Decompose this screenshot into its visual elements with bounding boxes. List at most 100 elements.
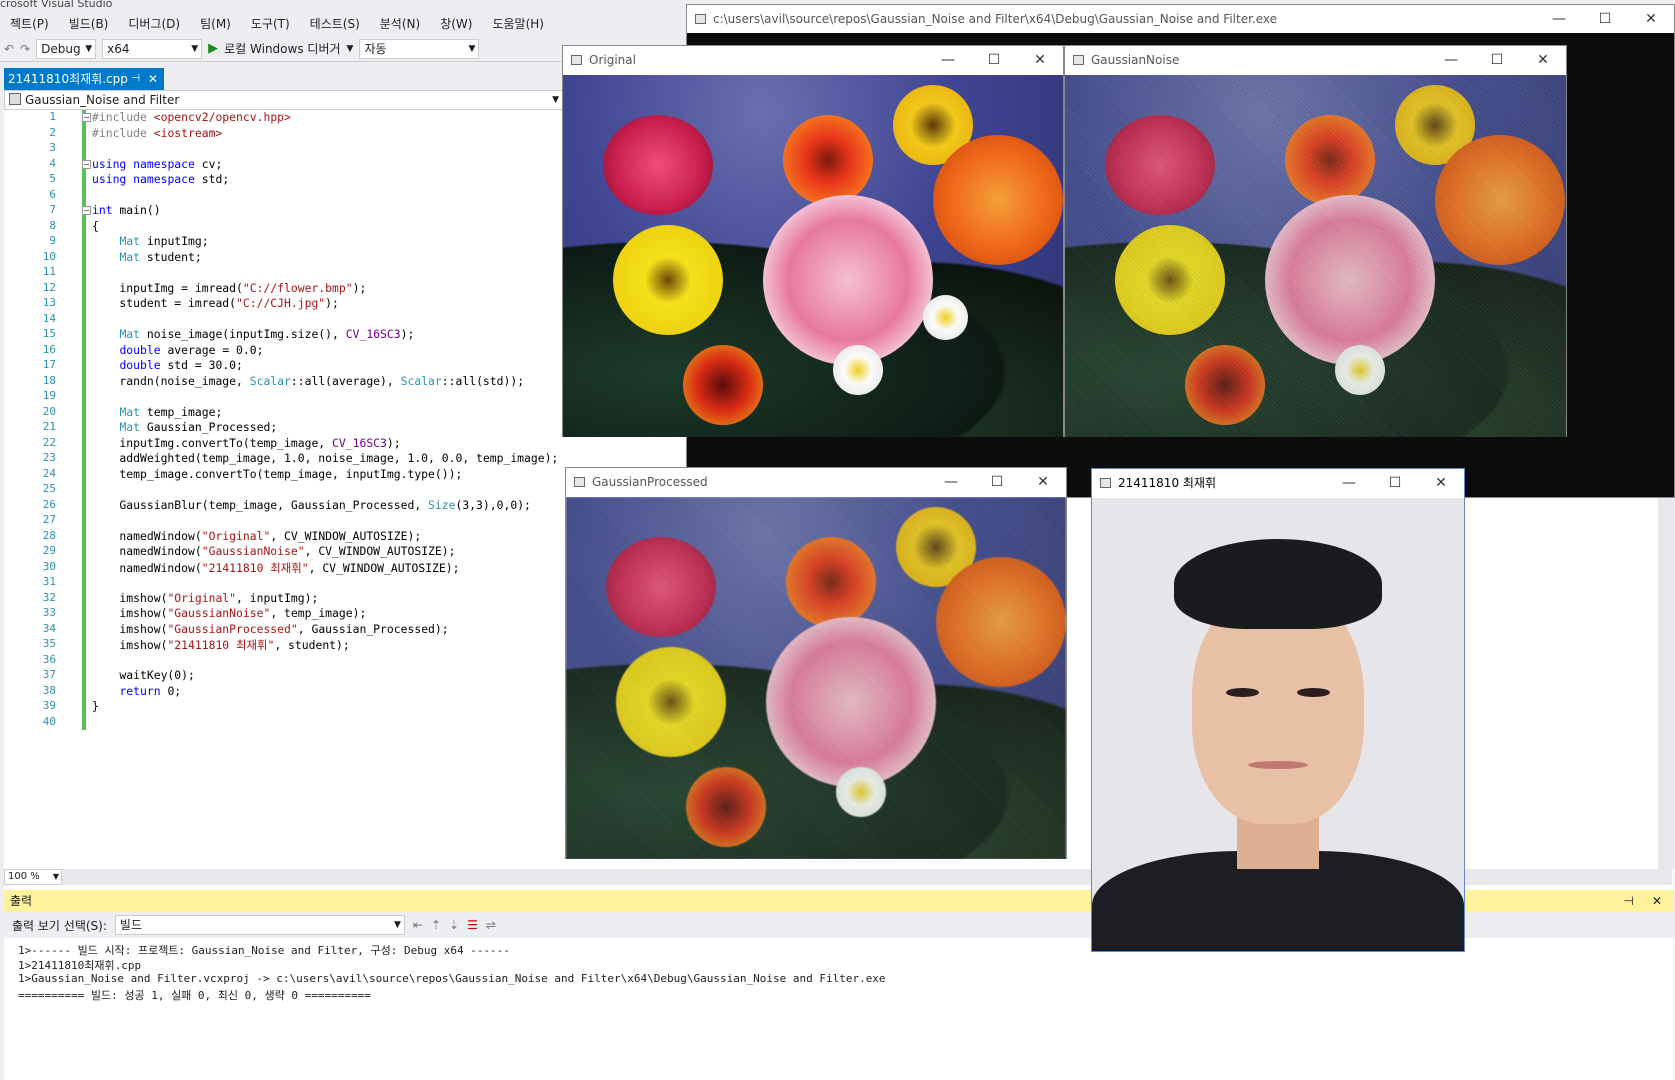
line-number: 38 <box>42 683 56 697</box>
minimize-button[interactable]: — <box>928 468 974 496</box>
chevron-down-icon: ▼ <box>393 920 401 930</box>
student-window[interactable]: 21411810 최재휘 — ☐ ✕ <box>1091 468 1465 952</box>
menu-window[interactable]: 창(W) <box>430 15 482 32</box>
fold-toggle-icon[interactable]: − <box>82 206 91 215</box>
line-number: 39 <box>42 699 56 712</box>
gaussian-noise-window[interactable]: GaussianNoise — ☐ ✕ <box>1064 45 1567 437</box>
pin-icon[interactable]: ⊣ <box>131 68 140 90</box>
blurred-flower-image <box>566 497 1066 859</box>
output-line: 1>Gaussian_Noise and Filter.vcxproj -> c… <box>18 972 886 985</box>
code-line: imshow("Original", inputImg); <box>92 590 319 605</box>
play-icon[interactable]: ▶ <box>208 41 218 56</box>
minimize-button[interactable]: — <box>1428 46 1474 74</box>
menu-build[interactable]: 빌드(B) <box>59 15 119 32</box>
line-number: 16 <box>42 342 56 356</box>
line-number: 3 <box>49 141 56 154</box>
student-title-bar[interactable]: 21411810 최재휘 — ☐ ✕ <box>1092 469 1464 497</box>
console-title-bar[interactable]: c:\users\avil\source\repos\Gaussian_Nois… <box>687 5 1674 33</box>
close-icon[interactable]: ✕ <box>1652 890 1662 912</box>
line-number: 31 <box>42 575 56 588</box>
code-line: addWeighted(temp_image, 1.0, noise_image… <box>92 451 559 465</box>
line-number: 1 <box>49 110 56 123</box>
line-number: 17 <box>42 358 56 371</box>
change-margin <box>82 110 86 730</box>
line-number: 26 <box>42 497 56 511</box>
pin-icon[interactable]: ⊣ <box>1624 890 1634 912</box>
menu-team[interactable]: 팀(M) <box>190 15 241 32</box>
line-number: 23 <box>42 451 56 464</box>
chevron-down-icon: ▼ <box>52 872 59 881</box>
find-message-icon[interactable]: ⇤ <box>413 918 423 932</box>
original-title-bar[interactable]: Original — ☐ ✕ <box>563 46 1063 74</box>
minimize-button[interactable]: — <box>925 46 971 74</box>
noise-title-bar[interactable]: GaussianNoise — ☐ ✕ <box>1065 46 1566 74</box>
menu-test[interactable]: 테스트(S) <box>300 15 370 32</box>
redo-icon[interactable]: ↷ <box>20 42 30 56</box>
close-button[interactable]: ✕ <box>1628 5 1674 33</box>
word-wrap-icon[interactable]: ⇌ <box>486 918 496 932</box>
minimize-button[interactable]: — <box>1326 469 1372 497</box>
fold-toggle-icon[interactable]: − <box>82 113 91 122</box>
output-source-select[interactable]: 빌드 ▼ <box>114 915 405 935</box>
maximize-button[interactable]: ☐ <box>1372 469 1418 497</box>
prev-message-icon[interactable]: ⇡ <box>431 918 441 932</box>
line-number: 37 <box>42 668 56 681</box>
menu-debug[interactable]: 디버그(D) <box>118 15 190 32</box>
menu-tools[interactable]: 도구(T) <box>241 15 300 32</box>
code-line: namedWindow("Original", CV_WINDOW_AUTOSI… <box>92 528 422 543</box>
next-message-icon[interactable]: ⇣ <box>449 918 459 932</box>
portrait-image <box>1092 498 1464 951</box>
platform-select[interactable]: x64 ▼ <box>102 38 203 59</box>
line-number: 13 <box>42 296 56 309</box>
code-line: Mat inputImg; <box>119 234 209 248</box>
menu-help[interactable]: 도움말(H) <box>482 15 554 32</box>
window-icon <box>574 477 585 487</box>
menu-analyze[interactable]: 분석(N) <box>370 15 430 32</box>
close-button[interactable]: ✕ <box>1520 46 1566 74</box>
output-text-area[interactable]: 1>------ 빌드 시작: 프로젝트: Gaussian_Noise and… <box>4 938 1674 1080</box>
window-icon <box>1073 55 1084 65</box>
close-button[interactable]: ✕ <box>1020 468 1066 496</box>
auto-select[interactable]: 자동 ▼ <box>359 38 480 59</box>
processed-image <box>566 497 1066 859</box>
line-number: 25 <box>42 482 56 495</box>
undo-icon[interactable]: ↶ <box>4 42 14 56</box>
line-number: 4 <box>49 156 56 170</box>
maximize-button[interactable]: ☐ <box>1474 46 1520 74</box>
chevron-down-icon: ▼ <box>191 43 199 54</box>
clear-all-icon[interactable]: ☰ <box>467 918 478 932</box>
close-icon[interactable]: ✕ <box>148 68 158 90</box>
maximize-button[interactable]: ☐ <box>974 468 1020 496</box>
code-line: inputImg = imread("C://flower.bmp"); <box>92 280 367 295</box>
tab-source-file[interactable]: 21411810최재휘.cpp ⊣ ✕ <box>4 68 164 90</box>
line-number: 27 <box>42 513 56 526</box>
gaussian-processed-window[interactable]: GaussianProcessed — ☐ ✕ <box>565 467 1067 859</box>
line-number: 21 <box>42 420 56 433</box>
close-button[interactable]: ✕ <box>1418 469 1464 497</box>
line-number: 36 <box>42 652 56 666</box>
processed-title-bar[interactable]: GaussianProcessed — ☐ ✕ <box>566 468 1066 496</box>
fold-toggle-icon[interactable]: − <box>82 159 91 169</box>
menu-project[interactable]: 젝트(P) <box>0 15 59 32</box>
maximize-button[interactable]: ☐ <box>971 46 1017 74</box>
chevron-down-icon[interactable]: ▼ <box>347 44 354 54</box>
run-debugger-button[interactable]: 로컬 Windows 디버거 <box>224 40 340 57</box>
close-button[interactable]: ✕ <box>1017 46 1063 74</box>
minimize-button[interactable]: — <box>1536 5 1582 33</box>
code-line: inputImg.convertTo(temp_image, CV_16SC3)… <box>92 435 401 450</box>
scope-navigation-bar[interactable]: Gaussian_Noise and Filter ▼ <box>4 90 564 110</box>
scope-label: Gaussian_Noise and Filter <box>25 93 180 107</box>
config-select[interactable]: Debug ▼ <box>36 38 97 59</box>
maximize-button[interactable]: ☐ <box>1582 5 1628 33</box>
original-window[interactable]: Original — ☐ ✕ <box>562 45 1064 437</box>
line-number: 18 <box>42 373 56 387</box>
zoom-select[interactable]: 100 % ▼ <box>4 869 62 885</box>
processed-title: GaussianProcessed <box>592 475 708 489</box>
line-number: 29 <box>42 544 56 557</box>
code-line: GaussianBlur(temp_image, Gaussian_Proces… <box>92 497 531 512</box>
window-icon <box>1100 478 1111 488</box>
code-line: student = imread("C://CJH.jpg"); <box>92 296 339 310</box>
line-number: 6 <box>49 187 56 201</box>
console-title: c:\users\avil\source\repos\Gaussian_Nois… <box>713 12 1278 26</box>
code-line: Mat temp_image; <box>119 404 223 419</box>
